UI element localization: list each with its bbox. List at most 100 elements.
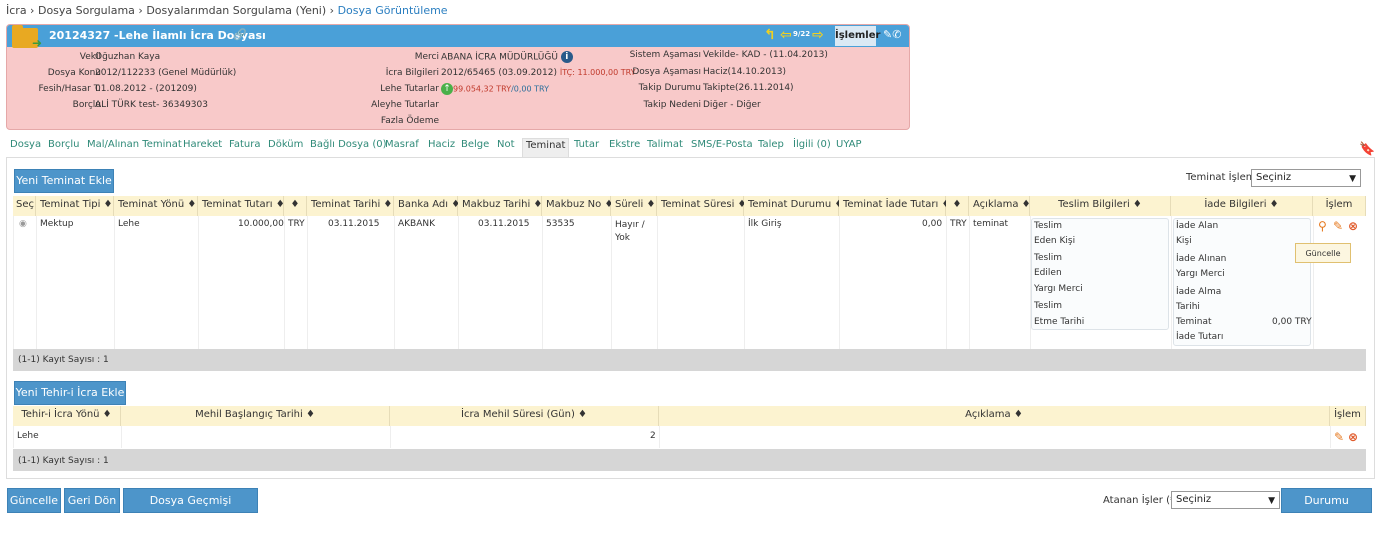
merci-value: ABANA İCRA MÜDÜRLÜĞÜ i <box>441 51 573 63</box>
row-radio[interactable]: ◉ <box>19 219 27 229</box>
teslim-line: Teslim <box>1034 301 1062 311</box>
record-count: (1-1) Kayıt Sayısı : 1 <box>18 355 109 365</box>
cell-tehir-yon: Lehe <box>17 431 39 441</box>
folder-icon: ➜ <box>12 25 42 50</box>
crumb-dosya-sorgulama[interactable]: Dosya Sorgulama <box>38 4 135 17</box>
tab-not[interactable]: Not <box>497 138 515 158</box>
tab-haciz[interactable]: Haciz <box>428 138 455 158</box>
tab-hareket[interactable]: Hareket <box>183 138 222 158</box>
col-teminat-durumu[interactable]: Teminat Durumu ♦ <box>744 196 843 216</box>
tab-uyap[interactable]: UYAP <box>836 138 862 158</box>
vekil-value: Oğuzhan Kaya <box>95 52 161 62</box>
back-arrow-icon[interactable]: ↰ <box>764 27 776 43</box>
yeni-teminat-ekle-button[interactable]: Yeni Teminat Ekle <box>14 169 114 193</box>
tab-dosya[interactable]: Dosya <box>10 138 41 158</box>
yeni-tehir-ekle-button[interactable]: Yeni Tehir-i İcra Ekle <box>14 381 126 405</box>
delete-icon[interactable]: ⊗ <box>1348 430 1358 444</box>
tab-ekstre[interactable]: Ekstre <box>609 138 640 158</box>
geri-don-button[interactable]: Geri Dön <box>64 488 120 513</box>
info-icon[interactable]: i <box>560 51 573 63</box>
col-tehir-aciklama[interactable]: Açıklama ♦ <box>659 406 1330 426</box>
teslim-line: Etme Tarihi <box>1034 317 1085 327</box>
atanan-isler-select[interactable]: Seçiniz <box>1171 491 1280 509</box>
tab-belge[interactable]: Belge <box>461 138 489 158</box>
edit-phone-icon[interactable]: ✎✆ <box>883 28 901 41</box>
col-tehir-yonu[interactable]: Tehir-i İcra Yönü ♦ <box>13 406 121 426</box>
aleyhe-label: Aleyhe Tutarlar <box>371 100 439 110</box>
search-icon[interactable]: ⚲ <box>1318 219 1327 233</box>
iade-amount: 0,00 TRY <box>1272 317 1312 327</box>
crumb-icra[interactable]: İcra <box>6 4 27 17</box>
asama-label: Dosya Aşaması <box>632 67 701 77</box>
konu-value: 2012/112233 (Genel Müdürlük) <box>95 68 237 78</box>
tab-sms-eposta[interactable]: SMS/E-Posta <box>691 138 753 158</box>
iade-line: Teminat <box>1176 317 1212 327</box>
sistem-label: Sistem Aşaması <box>629 50 701 60</box>
col-makbuz-no[interactable]: Makbuz No ♦ <box>542 196 613 216</box>
cell-makbuz-tarihi: 03.11.2015 <box>478 219 530 229</box>
case-title-bar: ➜ 20124327 -Lehe İlamlı İcra Dosyası 🔗 ↰… <box>7 25 909 50</box>
tab-fatura[interactable]: Fatura <box>229 138 260 158</box>
icra-label: İcra Bilgileri <box>385 68 439 78</box>
col-mehil-baslangic[interactable]: Mehil Başlangıç Tarihi ♦ <box>121 406 390 426</box>
col-mehil-suresi[interactable]: İcra Mehil Süresi (Gün) ♦ <box>390 406 659 426</box>
link-icon[interactable]: 🔗 <box>233 28 247 41</box>
col-iade-bilgileri[interactable]: İade Bilgileri ♦ <box>1171 196 1313 216</box>
tab-dokum[interactable]: Döküm <box>268 138 303 158</box>
col-makbuz-tarihi[interactable]: Makbuz Tarihi ♦ <box>458 196 542 216</box>
tab-masraf[interactable]: Masraf <box>385 138 419 158</box>
bookmark-icon[interactable]: 🔖 <box>1359 142 1375 157</box>
tooltip-guncelle: Güncelle <box>1295 243 1351 263</box>
col-teminat-yonu[interactable]: Teminat Yönü ♦ <box>114 196 198 216</box>
durumu-degistir-button[interactable]: Durumu Değiştir <box>1281 488 1372 530</box>
col-teminat-suresi[interactable]: Teminat Süresi ♦ <box>657 196 747 216</box>
lehe-value: ↑ 99.054,32 TRY/0,00 TRY <box>441 83 549 95</box>
col-iade-tutari[interactable]: Teminat İade Tutarı ♦ <box>839 196 950 216</box>
tab-talimat[interactable]: Talimat <box>647 138 683 158</box>
record-count: (1-1) Kayıt Sayısı : 1 <box>18 456 109 466</box>
dosya-gecmisi-button[interactable]: Dosya Geçmişi Görüntüle <box>123 488 258 530</box>
tab-talep[interactable]: Talep <box>758 138 784 158</box>
delete-icon[interactable]: ⊗ <box>1348 219 1358 233</box>
col-currency-2[interactable]: ♦ <box>946 196 969 216</box>
tab-teminat[interactable]: Teminat <box>522 138 570 158</box>
cell-currency-2: TRY <box>950 219 967 229</box>
col-teminat-tutari[interactable]: Teminat Tutarı ♦ <box>198 196 285 216</box>
col-teslim-bilgileri[interactable]: Teslim Bilgileri ♦ <box>1030 196 1171 216</box>
tab-tutar[interactable]: Tutar <box>574 138 599 158</box>
tab-borclu[interactable]: Borçlu <box>48 138 79 158</box>
table-footer <box>13 449 1366 471</box>
cell-makbuz-no: 53535 <box>546 219 575 229</box>
tab-mal-alinan-teminat[interactable]: Mal/Alınan Teminat <box>87 138 182 158</box>
col-teminat-tipi[interactable]: Teminat Tipi ♦ <box>36 196 114 216</box>
pencil-icon[interactable]: ✎ <box>1334 430 1344 444</box>
tab-ilgili[interactable]: İlgili (0) <box>793 138 831 158</box>
iade-line: İade Alınan <box>1176 254 1227 264</box>
cell-yon: Lehe <box>118 219 140 229</box>
breadcrumb: İcra › Dosya Sorgulama › Dosyalarımdan S… <box>6 4 448 17</box>
teslim-line: Teslim <box>1034 253 1062 263</box>
cell-tarih: 03.11.2015 <box>328 219 380 229</box>
pencil-icon[interactable]: ✎ <box>1333 219 1343 233</box>
teslim-line: Teslim <box>1034 221 1062 231</box>
borclu-value: ALİ TÜRK test- 36349303 <box>95 100 208 110</box>
islemler-button[interactable]: İşlemler <box>835 26 880 46</box>
col-sureli[interactable]: Süreli ♦ <box>611 196 657 216</box>
col-teminat-tarihi[interactable]: Teminat Tarihi ♦ <box>307 196 394 216</box>
next-arrow-icon[interactable]: ⇨ <box>812 27 824 43</box>
icra-value: 2012/65465 (03.09.2012) İTÇ: 11.000,00 T… <box>441 68 636 78</box>
col-sec: Seç <box>13 196 36 216</box>
col-aciklama[interactable]: Açıklama ♦ <box>969 196 1031 216</box>
tab-bagli-dosya[interactable]: Bağlı Dosya (0) <box>310 138 387 158</box>
crumb-dosyalarimdan[interactable]: Dosyalarımdan Sorgulama (Yeni) <box>146 4 326 17</box>
teminat-islem-select[interactable]: Seçiniz <box>1251 169 1361 187</box>
takip-label: Takip Durumu <box>638 83 701 93</box>
lehe-label: Lehe Tutarlar <box>380 84 439 94</box>
col-banka-adi[interactable]: Banka Adı ♦ <box>394 196 460 216</box>
prev-arrow-icon[interactable]: ⇦ <box>780 27 792 43</box>
iade-line: Tarihi <box>1176 302 1200 312</box>
iade-line: İade Tutarı <box>1176 332 1224 342</box>
guncelle-button[interactable]: Güncelle <box>7 488 61 513</box>
merci-label: Merci <box>414 52 439 62</box>
col-currency[interactable]: ♦ <box>284 196 307 216</box>
